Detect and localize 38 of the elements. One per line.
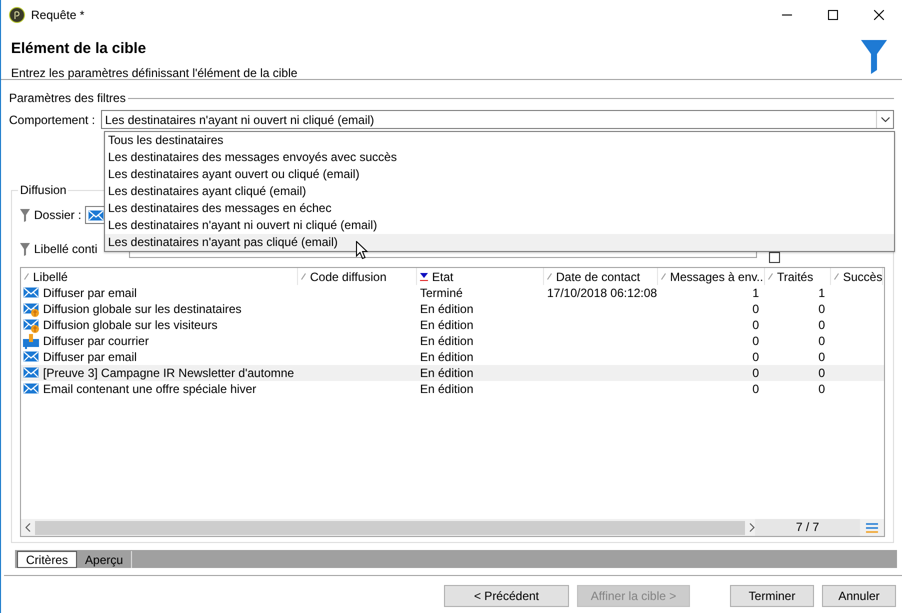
field-label: Dossier : [34,207,82,224]
table-cell: En édition [420,318,474,332]
table-cell: En édition [420,350,474,364]
table-cell: 1 [818,286,825,300]
table-cell: 0 [818,334,825,348]
table-cell: 0 [818,318,825,332]
table-cell: 0 [752,350,759,364]
table-cell: 0 [752,382,759,396]
table-cell: En édition [420,302,474,316]
section-legend: Paramètres des filtres [9,89,126,107]
section-legend: Diffusion [18,183,68,197]
table-cell-text: Diffuser par email [43,285,137,302]
page-title: Elément de la cible [11,40,148,58]
window-title: Requête * [31,7,84,24]
table-cell: 0 [752,318,759,332]
table-cell-text: Diffuser par email [43,349,137,366]
field-label: Libellé conti [34,241,98,258]
table-cell: En édition [420,382,474,396]
table-cell: 0 [818,366,825,380]
page-subtitle: Entrez les paramètres définissant l'élément de la cible [11,65,298,82]
table-cell: 17/10/2018 06:12:08 [547,286,658,300]
table-cell: 0 [752,302,759,316]
table-cell-text: [Preuve 3] Campagne IR Newsletter d'automne [43,365,294,382]
table-cell-text: Diffuser par courrier [43,333,149,350]
table-cell: En édition [420,334,474,348]
table-cell: 0 [752,334,759,348]
table-cell: 0 [818,302,825,316]
table-cell-text: Diffusion globale sur les destinataires [43,301,242,318]
table-cell: En édition [420,366,474,380]
table-cell: 0 [818,382,825,396]
record-count: 7 / 7 [796,520,820,534]
table-cell: 0 [752,366,759,380]
field-label: Comportement : [9,112,96,128]
table-cell: Terminé [420,286,463,300]
table-cell: 0 [818,350,825,364]
table-cell-text: Diffusion globale sur les visiteurs [43,317,218,334]
table-cell: 1 [752,286,759,300]
table-cell-text: Email contenant une offre spéciale hiver [43,381,256,398]
